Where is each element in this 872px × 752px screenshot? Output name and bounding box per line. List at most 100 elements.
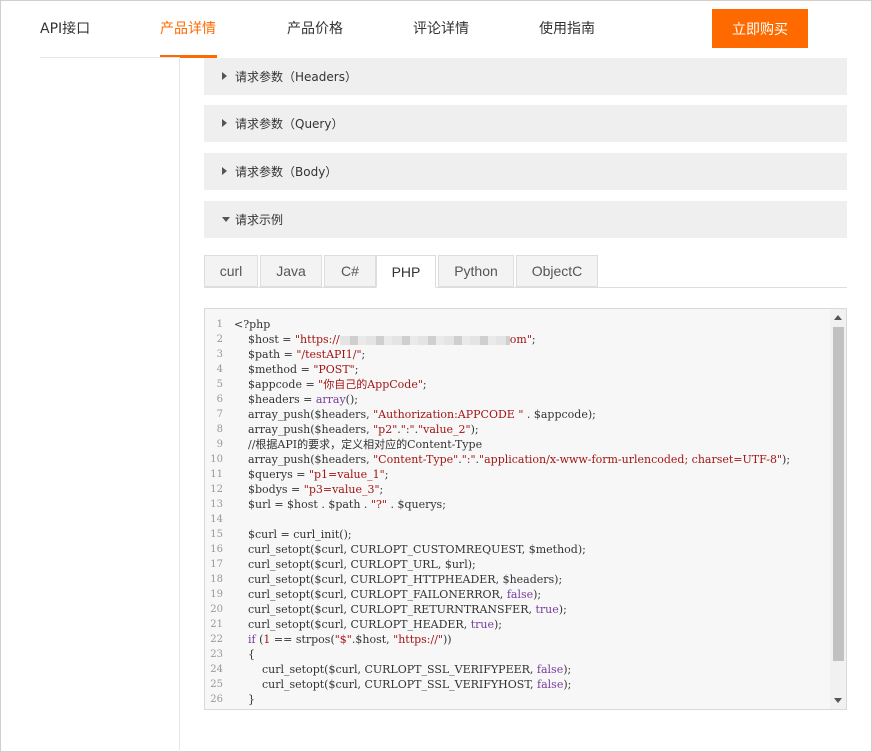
code-line: 8 array_push($headers, "p2".":"."value_2… <box>205 422 830 437</box>
code-text: $appcode = "你自己的AppCode"; <box>234 377 427 392</box>
section-label: 请求参数（Body） <box>235 165 338 179</box>
line-number: 5 <box>216 379 223 390</box>
code-token: $host = <box>234 333 295 346</box>
code-string: "$" <box>334 633 352 646</box>
nav-tab-guide[interactable]: 使用指南 <box>539 18 595 38</box>
code-line: 20 curl_setopt($curl, CURLOPT_RETURNTRAN… <box>205 602 830 617</box>
line-number: 7 <box>216 409 223 420</box>
line-number: 23 <box>210 649 223 660</box>
code-token: (); <box>345 393 358 406</box>
code-line: 22 if (1 == strpos("$".$host, "https://"… <box>205 632 830 647</box>
code-token: ; <box>354 363 359 376</box>
tab-curl[interactable]: curl <box>204 255 258 287</box>
code-keyword: true <box>470 618 494 631</box>
tab-php[interactable]: PHP <box>376 255 436 288</box>
code-text: $headers = array(); <box>234 392 358 407</box>
tab-python[interactable]: Python <box>438 255 514 287</box>
caret-right-icon <box>222 72 227 80</box>
line-number: 3 <box>216 349 223 360</box>
code-line: 7 array_push($headers, "Authorization:AP… <box>205 407 830 422</box>
code-token: .$host, <box>351 633 394 646</box>
section-request-example[interactable]: 请求示例 <box>204 201 847 238</box>
code-text: <?php <box>234 317 270 332</box>
code-line: 15 $curl = curl_init(); <box>205 527 830 542</box>
code-token: ); <box>558 603 567 616</box>
scroll-down-arrow-icon[interactable] <box>834 698 842 703</box>
code-token: ; <box>379 483 384 496</box>
top-nav: API接口 产品详情 产品价格 评论详情 使用指南 立即购买 <box>0 0 872 58</box>
code-keyword: array <box>315 393 346 406</box>
tab-java[interactable]: Java <box>260 255 322 287</box>
code-token: ; <box>531 333 536 346</box>
code-token: ); <box>493 618 502 631</box>
code-text: $host = "https:// om"; <box>234 332 536 347</box>
line-number: 26 <box>210 694 223 705</box>
code-token: ); <box>563 663 572 676</box>
code-text: } <box>234 693 255 706</box>
code-text: curl_setopt($curl, CURLOPT_SSL_VERIFYHOS… <box>234 677 571 692</box>
code-line: 10 array_push($headers, "Content-Type"."… <box>205 452 830 467</box>
code-string: "Authorization:APPCODE " <box>373 408 524 421</box>
code-line: 21 curl_setopt($curl, CURLOPT_HEADER, tr… <box>205 617 830 632</box>
tabs-baseline <box>204 287 847 288</box>
scrollbar-thumb[interactable] <box>833 327 844 661</box>
code-line: 14 <box>205 512 830 527</box>
nav-tab-pricing[interactable]: 产品价格 <box>287 18 343 38</box>
code-line: 18 curl_setopt($curl, CURLOPT_HTTPHEADER… <box>205 572 830 587</box>
section-request-query[interactable]: 请求参数（Query） <box>204 105 847 142</box>
code-token: array_push($headers, <box>234 423 374 436</box>
tab-objectc[interactable]: ObjectC <box>516 255 598 287</box>
code-line: 26 } <box>205 692 830 707</box>
code-line: 4 $method = "POST"; <box>205 362 830 377</box>
code-token: )) <box>443 633 452 646</box>
code-content: 1 <?php 2 $host = "https:// om"; 3 $path =… <box>205 317 830 707</box>
section-request-headers[interactable]: 请求参数（Headers） <box>204 58 847 95</box>
nav-tab-api[interactable]: API接口 <box>40 18 90 38</box>
code-text: { <box>234 648 255 661</box>
code-token: $path = <box>234 348 297 361</box>
code-line: 12 $bodys = "p3=value_3"; <box>205 482 830 497</box>
code-token: $method = <box>234 363 314 376</box>
code-token: $bodys = <box>234 483 304 496</box>
section-request-body[interactable]: 请求参数（Body） <box>204 153 847 190</box>
code-editor[interactable]: 1 <?php 2 $host = "https:// om"; 3 $path =… <box>204 308 847 710</box>
code-token: $url = $host . $path . <box>234 498 371 511</box>
line-number: 24 <box>210 664 223 675</box>
code-token: ); <box>533 588 542 601</box>
caret-right-icon <box>222 167 227 175</box>
scroll-up-arrow-icon[interactable] <box>834 315 842 320</box>
line-number: 16 <box>210 544 223 555</box>
code-token: curl_setopt($curl, CURLOPT_RETURNTRANSFE… <box>234 603 536 616</box>
nav-tab-product-detail[interactable]: 产品详情 <box>160 18 216 38</box>
code-string: "/testAPI1/" <box>296 348 362 361</box>
code-line: 1 <?php <box>205 317 830 332</box>
code-line: 3 $path = "/testAPI1/"; <box>205 347 830 362</box>
line-number: 2 <box>216 334 223 345</box>
nav-tab-reviews[interactable]: 评论详情 <box>413 18 469 38</box>
code-token: == strpos( <box>270 633 335 646</box>
code-token: curl_setopt($curl, CURLOPT_SSL_VERIFYPEE… <box>234 663 537 676</box>
code-token: ; <box>422 378 427 391</box>
code-token: ; <box>384 468 389 481</box>
code-line: 23 { <box>205 647 830 662</box>
code-line: 24 curl_setopt($curl, CURLOPT_SSL_VERIFY… <box>205 662 830 677</box>
tab-csharp[interactable]: C# <box>324 255 376 287</box>
code-text: curl_setopt($curl, CURLOPT_CUSTOMREQUEST… <box>234 543 586 556</box>
code-string: "value_2" <box>418 423 471 436</box>
section-label: 请求参数（Headers） <box>235 70 357 84</box>
code-keyword: if <box>248 633 256 646</box>
vertical-scrollbar[interactable] <box>830 309 846 709</box>
code-keyword: false <box>537 678 564 691</box>
code-line: 25 curl_setopt($curl, CURLOPT_SSL_VERIFY… <box>205 677 830 692</box>
line-number: 19 <box>210 589 223 600</box>
line-number: 10 <box>210 454 223 465</box>
code-string: "application/x-www-form-urlencoded; char… <box>479 453 783 466</box>
line-number: 20 <box>210 604 223 615</box>
code-text: array_push($headers, "Authorization:APPC… <box>234 407 596 422</box>
code-string: "p3=value_3" <box>303 483 380 496</box>
code-line: 16 curl_setopt($curl, CURLOPT_CUSTOMREQU… <box>205 542 830 557</box>
line-number: 12 <box>210 484 223 495</box>
line-number: 1 <box>216 319 223 330</box>
code-line: 2 $host = "https:// om"; <box>205 332 830 347</box>
buy-now-button[interactable]: 立即购买 <box>712 9 808 48</box>
